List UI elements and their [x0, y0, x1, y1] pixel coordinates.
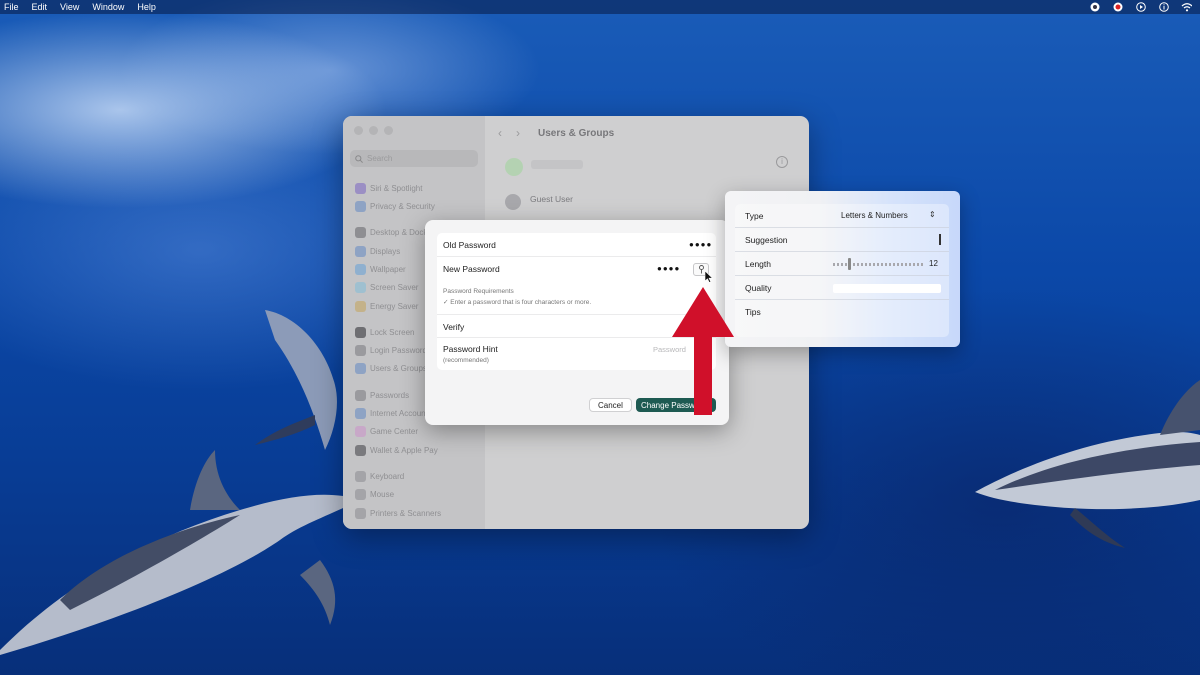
wallpaper-icon — [355, 264, 366, 275]
type-label: Type — [745, 211, 764, 221]
gamecenter-icon — [355, 426, 366, 437]
sidebar-item-login-password[interactable]: Login Password — [355, 345, 427, 356]
guest-avatar — [505, 194, 521, 210]
minimize-button[interactable] — [369, 126, 378, 135]
dolphin-right — [975, 380, 1200, 548]
close-button[interactable] — [354, 126, 363, 135]
assistant-panel: Type Letters & Numbers ⇕ Suggestion Leng… — [735, 204, 949, 337]
lock-icon — [355, 327, 366, 338]
dock-icon — [355, 227, 366, 238]
suggestion-field[interactable] — [939, 234, 941, 245]
info-icon[interactable]: i — [776, 156, 788, 168]
sidebar-search-field[interactable]: Search — [350, 150, 478, 167]
sidebar-item-printers[interactable]: Printers & Scanners — [355, 508, 441, 519]
old-password-label: Old Password — [443, 240, 496, 250]
verify-label: Verify — [443, 322, 465, 332]
play-icon[interactable] — [1135, 1, 1146, 12]
password-assistant-popover: Type Letters & Numbers ⇕ Suggestion Leng… — [725, 191, 960, 347]
screensaver-icon — [355, 282, 366, 293]
page-title: Users & Groups — [538, 127, 615, 139]
red-arrow-annotation — [672, 287, 734, 415]
record-icon[interactable] — [1089, 1, 1100, 12]
sidebar-item-screensaver[interactable]: Screen Saver — [355, 282, 418, 293]
menu-help[interactable]: Help — [137, 2, 156, 12]
guest-user-label[interactable]: Guest User — [530, 194, 573, 204]
wallet-icon — [355, 445, 366, 456]
hand-icon — [355, 201, 366, 212]
sidebar-item-gamecenter[interactable]: Game Center — [355, 426, 418, 437]
quality-meter — [833, 284, 941, 293]
length-label: Length — [745, 259, 771, 269]
sidebar-item-desktop[interactable]: Desktop & Dock — [355, 227, 427, 238]
menu-bar: File Edit View Window Help — [0, 0, 1200, 14]
sidebar-item-wallpaper[interactable]: Wallpaper — [355, 264, 406, 275]
mouse-icon — [355, 489, 366, 500]
passwords-icon — [355, 390, 366, 401]
sidebar-item-lockscreen[interactable]: Lock Screen — [355, 327, 414, 338]
zoom-button[interactable] — [384, 126, 393, 135]
menu-window[interactable]: Window — [92, 2, 124, 12]
menu-edit[interactable]: Edit — [32, 2, 48, 12]
search-placeholder: Search — [367, 154, 393, 163]
sidebar-item-energy[interactable]: Energy Saver — [355, 301, 418, 312]
type-select[interactable]: Letters & Numbers — [841, 211, 908, 220]
chevron-updown-icon[interactable]: ⇕ — [929, 210, 936, 219]
menu-view[interactable]: View — [60, 2, 79, 12]
hint-recommended: (recommended) — [443, 357, 489, 364]
old-password-row: Old Password ●●●● — [437, 233, 716, 257]
siri-icon — [355, 183, 366, 194]
length-slider[interactable] — [833, 263, 923, 266]
back-chevron-icon[interactable]: ‹ — [498, 126, 502, 140]
search-icon — [355, 154, 363, 163]
creative-cloud-icon[interactable] — [1112, 1, 1123, 12]
suggestion-label: Suggestion — [745, 235, 788, 245]
sidebar-item-siri[interactable]: Siri & Spotlight — [355, 183, 422, 194]
requirement-text: ✓ Enter a password that is four characte… — [443, 299, 592, 306]
requirements-title: Password Requirements — [443, 288, 514, 295]
current-user-name — [531, 160, 583, 169]
status-icons — [1089, 1, 1192, 12]
users-icon — [355, 363, 366, 374]
wifi-icon[interactable] — [1181, 1, 1192, 12]
tips-row: Tips — [735, 300, 949, 324]
new-password-label: New Password — [443, 264, 500, 274]
sidebar-item-privacy[interactable]: Privacy & Security — [355, 201, 435, 212]
sidebar-item-internet[interactable]: Internet Accounts — [355, 408, 432, 419]
sidebar-item-wallet[interactable]: Wallet & Apple Pay — [355, 445, 438, 456]
key-icon — [698, 265, 704, 274]
length-slider-knob[interactable] — [848, 258, 851, 270]
type-row: Type Letters & Numbers ⇕ — [735, 204, 949, 228]
quality-row: Quality — [735, 276, 949, 300]
forward-chevron-icon[interactable]: › — [516, 126, 520, 140]
new-password-field[interactable]: ●●●● — [657, 264, 680, 273]
suggestion-row: Suggestion — [735, 228, 949, 252]
sidebar-item-mouse[interactable]: Mouse — [355, 489, 394, 500]
info-icon[interactable] — [1158, 1, 1169, 12]
hint-label: Password Hint — [443, 344, 498, 354]
menu-file[interactable]: File — [4, 2, 19, 12]
length-value: 12 — [929, 259, 938, 268]
battery-icon — [355, 301, 366, 312]
keyboard-icon — [355, 471, 366, 482]
quality-label: Quality — [745, 283, 772, 293]
at-icon — [355, 408, 366, 419]
dolphin-middle — [255, 310, 337, 450]
current-user-avatar — [505, 158, 523, 176]
cancel-button[interactable]: Cancel — [589, 398, 632, 412]
length-row: Length 12 — [735, 252, 949, 276]
sidebar-item-keyboard[interactable]: Keyboard — [355, 471, 404, 482]
sidebar-item-displays[interactable]: Displays — [355, 246, 400, 257]
sidebar-item-users[interactable]: Users & Groups — [355, 363, 427, 374]
window-controls — [354, 126, 393, 135]
old-password-field[interactable]: ●●●● — [689, 240, 712, 249]
printer-icon — [355, 508, 366, 519]
new-password-row: New Password ●●●● — [437, 257, 716, 281]
mouse-cursor-icon — [705, 271, 713, 283]
tips-label: Tips — [745, 307, 761, 317]
display-icon — [355, 246, 366, 257]
settings-toolbar: ‹ › Users & Groups — [498, 126, 614, 140]
sidebar-item-passwords[interactable]: Passwords — [355, 390, 409, 401]
key-icon — [355, 345, 366, 356]
